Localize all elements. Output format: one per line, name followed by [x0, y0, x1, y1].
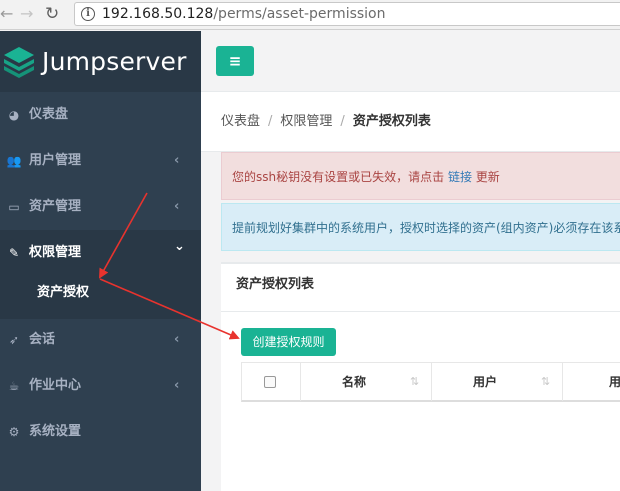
sidebar-item-label: 权限管理: [29, 245, 82, 260]
chevron-left-icon: ‹: [174, 378, 180, 393]
coffee-icon: ☕: [8, 379, 20, 393]
sidebar-item-users[interactable]: 👥 用户管理 ‹: [0, 138, 201, 184]
info-icon[interactable]: i: [81, 7, 95, 21]
top-navbar: ≡: [201, 31, 620, 92]
address-bar[interactable]: i 192.168.50.128/perms/asset-permission: [74, 2, 620, 26]
select-all-checkbox[interactable]: [264, 376, 276, 388]
info-alert: 提前规划好集群中的系统用户，授权时选择的资产(组内资产)必须存在该系: [221, 203, 620, 251]
ssh-key-alert: 您的ssh秘钥没有设置或已失效，请点击 链接 更新: [221, 152, 620, 200]
reload-icon[interactable]: ↻: [45, 3, 59, 25]
sort-icon[interactable]: ⇅: [541, 375, 550, 388]
sidebar-item-label: 会话: [29, 332, 56, 347]
sidebar: Jumpserver ◕ 仪表盘 👥 用户管理 ‹ ▭ 资产管理 ‹ ✎ 权限管…: [0, 31, 201, 491]
column-header-label: 名称: [342, 375, 367, 389]
edit-icon: ✎: [8, 246, 20, 260]
url-text: 192.168.50.128/perms/asset-permission: [102, 6, 386, 22]
gears-icon: ⚙: [8, 425, 20, 439]
column-header-name[interactable]: 名称 ⇅: [301, 363, 432, 401]
sidebar-item-label: 仪表盘: [29, 107, 69, 122]
column-header-label: 用户: [473, 375, 498, 389]
sidebar-item-label: 用户管理: [29, 153, 82, 168]
alert-text: 您的ssh秘钥没有设置或已失效，请点击 链接 更新: [232, 169, 500, 185]
alert-tail: 更新: [475, 170, 500, 184]
page-heading: 仪表盘 / 权限管理 / 资产授权列表: [201, 92, 620, 152]
panel-title: 资产授权列表: [236, 277, 315, 292]
sidebar-item-label: 系统设置: [29, 424, 82, 439]
browser-toolbar: ← → ↻ i 192.168.50.128/perms/asset-permi…: [0, 0, 620, 30]
update-key-link[interactable]: 链接: [448, 170, 472, 184]
jumpserver-logo-icon: [4, 47, 34, 78]
users-icon: 👥: [6, 154, 22, 168]
url-host: 192.168.50.128: [102, 6, 214, 22]
divider: [221, 311, 620, 312]
alert-message: 您的ssh秘钥没有设置或已失效，请点击: [232, 170, 445, 184]
breadcrumb-item-perms[interactable]: 权限管理: [280, 114, 332, 129]
chevron-down-icon: ⌄: [174, 239, 185, 254]
sidebar-item-perms[interactable]: ✎ 权限管理 ⌄: [0, 230, 201, 276]
info-alert-text: 提前规划好集群中的系统用户，授权时选择的资产(组内资产)必须存在该系: [232, 221, 620, 235]
chevron-left-icon: ‹: [174, 332, 180, 347]
breadcrumb-separator: /: [268, 114, 273, 129]
column-header-user[interactable]: 用户 ⇅: [432, 363, 563, 401]
sidebar-item-label: 作业中心: [29, 378, 82, 393]
menu-toggle-button[interactable]: ≡: [216, 46, 254, 76]
create-permission-button[interactable]: 创建授权规则: [241, 328, 336, 356]
inbox-icon: ▭: [8, 200, 20, 214]
chevron-left-icon: ‹: [174, 153, 180, 168]
dashboard-icon: ◕: [8, 108, 20, 122]
column-header-select: [242, 363, 301, 401]
forward-arrow-icon[interactable]: →: [20, 3, 33, 25]
rocket-icon: ➶: [8, 333, 20, 347]
table-header: 名称 ⇅ 用户 ⇅ 用: [241, 362, 620, 402]
sidebar-submenu: 资产授权: [0, 275, 201, 319]
breadcrumb-item-dashboard[interactable]: 仪表盘: [221, 114, 260, 129]
sidebar-item-assets[interactable]: ▭ 资产管理 ‹: [0, 184, 201, 230]
column-header-next[interactable]: 用: [563, 363, 620, 401]
back-arrow-icon[interactable]: ←: [0, 3, 13, 25]
breadcrumb-separator: /: [340, 114, 345, 129]
column-header-label: 用: [609, 375, 620, 389]
sidebar-item-dashboard[interactable]: ◕ 仪表盘: [0, 92, 201, 138]
logo-area[interactable]: Jumpserver: [0, 31, 201, 92]
asset-permission-panel: 资产授权列表 创建授权规则 名称 ⇅ 用户 ⇅ 用: [221, 262, 620, 491]
url-path: /perms/asset-permission: [213, 6, 386, 22]
sidebar-subitem-asset-permission[interactable]: 资产授权: [37, 275, 89, 311]
sort-icon[interactable]: ⇅: [410, 375, 419, 388]
sidebar-item-jobs[interactable]: ☕ 作业中心 ‹: [0, 363, 201, 409]
breadcrumb-current: 资产授权列表: [352, 114, 431, 129]
breadcrumb: 仪表盘 / 权限管理 / 资产授权列表: [221, 114, 431, 130]
logo-text: Jumpserver: [42, 47, 187, 76]
sidebar-item-sessions[interactable]: ➶ 会话 ‹: [0, 317, 201, 363]
sidebar-item-label: 资产管理: [29, 199, 82, 214]
sidebar-item-settings[interactable]: ⚙ 系统设置: [0, 409, 201, 455]
